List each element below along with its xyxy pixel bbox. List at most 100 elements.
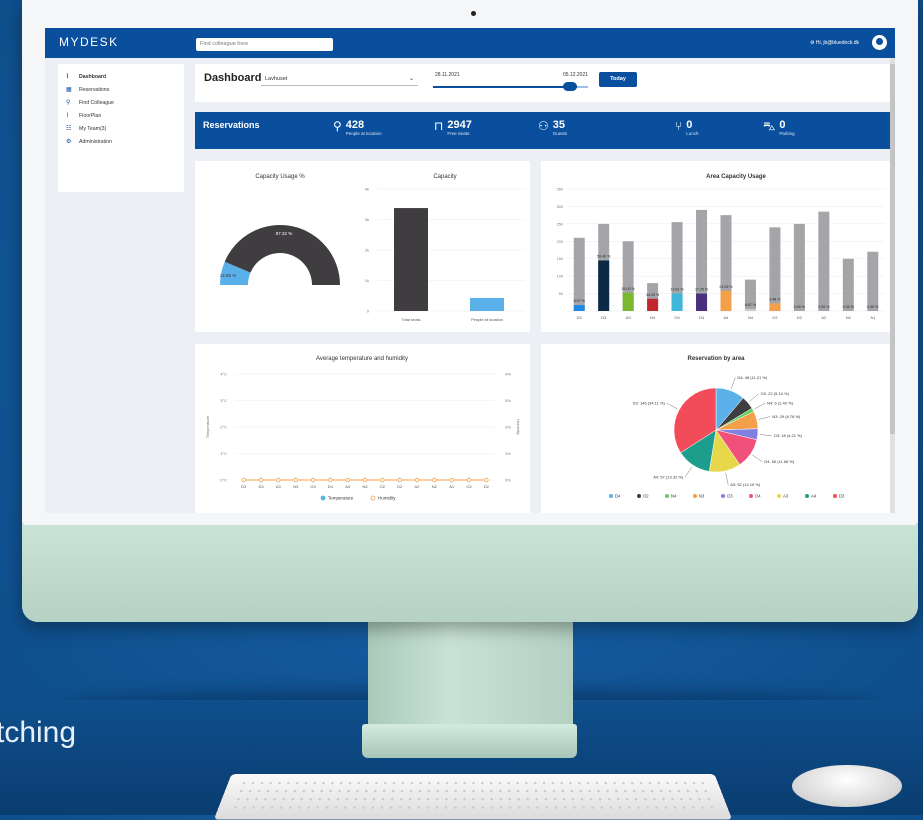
data-label: 17.25 % [695, 288, 709, 292]
legend-label: Temperature [328, 496, 354, 501]
map-pin-icon: ⚲ [333, 119, 342, 133]
x-tick-label: A4 [724, 315, 730, 320]
data-label: 21.09 % [719, 285, 733, 289]
x-tick-label: D2 [397, 484, 403, 489]
humidity-point [449, 477, 454, 483]
sidebar-item-my-team-3[interactable]: ☷ My Team(3) [58, 122, 184, 135]
sidebar-item-administration[interactable]: ⚙ Administration [58, 135, 184, 148]
x-tick-label: Total seats [401, 317, 420, 322]
chart-title: Capacity [433, 174, 456, 180]
monitor-bezel: MYDESK Find colleague here ⚙ Hi, jb@blue… [22, 0, 918, 525]
legend-marker [805, 494, 809, 498]
sidebar-item-label: My Team(3) [79, 125, 107, 132]
stat-label: People at location [345, 131, 382, 136]
humidity-point [466, 477, 472, 483]
used-bar [671, 293, 683, 311]
data-label: 6.67 % [745, 303, 757, 307]
user-greeting[interactable]: ⚙ Hi, jb@bluedock.dk [810, 40, 859, 46]
x-tick-label: N4 [748, 315, 754, 320]
y-tick-label: 50 [559, 292, 563, 296]
x-tick-label: N2 [432, 484, 438, 489]
used-bar [720, 290, 732, 311]
reservations-summary: Reservations ⚲ 428 People at location ⊓ 2947… [195, 112, 891, 149]
sidebar-item-dashboard[interactable]: ⌇ Dashboard [58, 70, 184, 83]
colleague-search-input[interactable]: Find colleague here [196, 38, 333, 51]
legend-marker [665, 494, 669, 498]
stat-label: Guests [552, 131, 568, 136]
x-tick-label: D4 [699, 315, 705, 320]
y-tick-label: 2°C [220, 425, 227, 430]
humidity-point [276, 477, 281, 483]
slider-handle[interactable] [563, 82, 578, 91]
slice-label: A4: 57 (13.32 %) [653, 474, 684, 479]
x-tick-label: D2 [484, 484, 490, 489]
monitor: MYDESK Find colleague here ⚙ Hi, jb@blue… [22, 0, 918, 622]
humidity-point [345, 477, 350, 483]
legend-label: N4 [671, 494, 677, 499]
date-from[interactable]: 28.11.2021 [435, 72, 460, 78]
legend-label: D4 [615, 494, 621, 499]
humidity-point [414, 477, 420, 483]
slice-label: D4: 48 (11.21 %) [737, 375, 768, 380]
y-tick-label: 4k [365, 187, 369, 192]
used-bar [744, 308, 756, 311]
used-bar [573, 305, 585, 311]
stat-value: 2947 [447, 119, 472, 131]
sidebar-item-find-colleague[interactable]: ⚲ Find Colleague [58, 96, 184, 109]
avatar[interactable] [872, 35, 887, 50]
car-icon: ⛍ [763, 119, 776, 133]
area-capacity-card: Area Capacity Usage 50 100 150 200 250 300 350 8… [541, 161, 891, 332]
caption-text: tching [0, 716, 77, 749]
scrollbar-thumb[interactable] [890, 64, 895, 434]
location-value: Lavhuset [265, 76, 288, 82]
sidebar-item-reservations[interactable]: ▦ Reservations [58, 83, 184, 96]
gear-icon[interactable]: ⚙ [810, 40, 814, 46]
location-select[interactable]: Lavhuset ⌄ [261, 73, 418, 86]
filter-bar: Dashboard Lavhuset ⌄ 28.11.2021 05.12.20… [195, 64, 891, 102]
slice-label: O2: 22 (5.14 %) [761, 391, 790, 396]
gear-icon: ⚙ [66, 138, 72, 145]
y-tick-label: 0°C [220, 478, 227, 483]
humidity-point [432, 477, 437, 483]
app-logo[interactable]: MYDESK [59, 35, 119, 49]
y-tick-label: 1°C [220, 451, 227, 456]
y-tick-label: 300 [557, 205, 563, 209]
user-email: Hi, jb@bluedock.dk [815, 40, 859, 46]
today-button[interactable]: Today [599, 72, 637, 87]
stat-label: Parking [779, 131, 795, 136]
data-label: 0.00 % [843, 305, 855, 309]
sidebar-item-label: Dashboard [79, 73, 107, 80]
stat-lunch: ⑂ 0 Lunch [675, 119, 698, 136]
top-bar: MYDESK Find colleague here ⚙ Hi, jb@blue… [45, 28, 895, 58]
chart-title: Area Capacity Usage [706, 174, 766, 180]
sidebar-item-floorplan[interactable]: ⌇ FloorPlan [58, 109, 184, 122]
stat-value: 0 [686, 119, 693, 131]
keyboard [213, 774, 733, 820]
date-to[interactable]: 05.12.2021 [563, 72, 588, 78]
x-tick-label: O2 [466, 484, 472, 489]
label-connector [725, 472, 729, 485]
stat-value: 0 [779, 119, 786, 131]
seat-icon: ⊓ [434, 119, 444, 133]
stat-people-at-location: ⚲ 428 People at location [333, 119, 382, 136]
slice-label: O4: 50 (11.68 %) [764, 459, 795, 464]
monitor-stand [368, 622, 573, 732]
y-tick-label: 1k [365, 278, 369, 283]
date-range-slider[interactable] [433, 82, 588, 91]
humidity-point [380, 477, 385, 483]
temperature-card: Average temperature and humidity 0°C 0% 1°C… [195, 344, 530, 513]
slice-label: 12.68 % [220, 273, 237, 278]
data-label: 44.25 % [646, 293, 660, 297]
x-tick-label: People at location [471, 317, 503, 322]
y2-tick-label: 1% [505, 451, 511, 456]
label-connector [666, 403, 678, 410]
slice-label: N3: 29 (6.78 %) [772, 414, 801, 419]
legend-label: D3 [839, 494, 845, 499]
sidebar-item-label: Administration [79, 138, 112, 145]
x-tick-label: D3 [258, 484, 264, 489]
x-tick-label: A4 [345, 484, 351, 489]
label-connector [752, 454, 763, 462]
x-tick-label: A2 [821, 315, 827, 320]
humidity-point [293, 477, 298, 483]
used-bar [769, 303, 781, 311]
